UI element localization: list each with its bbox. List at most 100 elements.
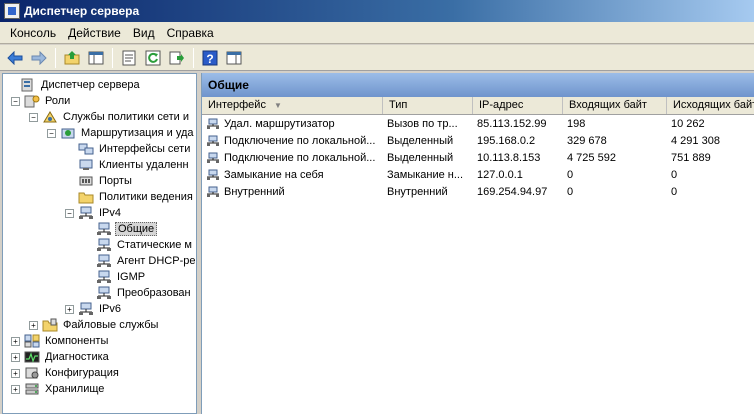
collapse-icon[interactable]: − (29, 112, 38, 122)
console-tree[interactable]: Диспетчер сервера − Роли − Службы политики с… (2, 73, 197, 414)
tree-item[interactable]: − Маршрутизация и уда (47, 125, 196, 141)
table-cell: 329 678 (567, 134, 607, 147)
interface-name: Внутренний (224, 185, 285, 198)
tree-item[interactable]: + Диагностика (11, 349, 111, 365)
tree-item[interactable]: + Конфигурация (11, 365, 121, 381)
table-cell: 195.168.0.2 (477, 134, 536, 147)
tree-item[interactable]: IGMP (83, 269, 147, 285)
tree-item-label: Политики ведения (99, 191, 193, 203)
tree-item[interactable]: − Роли (11, 93, 72, 109)
help-button[interactable]: ? (199, 47, 221, 69)
tree-item-label: Файловые службы (63, 319, 159, 331)
interface-name: Удал. маршрутизатор (224, 117, 335, 130)
tree-item[interactable]: + Хранилище (11, 381, 106, 397)
expand-icon[interactable]: + (29, 320, 38, 330)
table-row[interactable]: Замыкание на себя Замыкание н... 127.0.0.1… (202, 166, 754, 183)
table-header: Интерфейс ▼ Тип IP-адрес Входящих байт Ис… (202, 97, 754, 115)
column-header-type[interactable]: Тип (383, 97, 473, 114)
table-cell: Внутренний (387, 185, 448, 198)
table-cell: Замыкание на себя (202, 169, 383, 181)
network-icon (96, 222, 112, 236)
network-icon (96, 286, 112, 300)
tree-item-label: Маршрутизация и уда (81, 127, 194, 139)
internal-interface-icon (206, 186, 220, 198)
tree-item[interactable]: Агент DHCP-ре (83, 253, 196, 269)
refresh-button[interactable] (142, 47, 164, 69)
table-row[interactable]: Внутренний Внутренний 169.254.94.97 0 0 (202, 183, 754, 200)
tree-item[interactable]: + Компоненты (11, 333, 110, 349)
tree-item[interactable]: − Службы политики сети и (29, 109, 191, 125)
tree-item-label: IGMP (117, 271, 146, 283)
file-services-icon (42, 318, 58, 332)
expand-icon[interactable]: + (65, 304, 74, 314)
table-cell: 751 889 (671, 151, 711, 164)
menu-help[interactable]: Справка (161, 24, 220, 42)
details-pane: Общие Интерфейс ▼ Тип IP-адрес Входящих б… (201, 73, 754, 414)
tree-item[interactable]: + Файловые службы (29, 317, 160, 333)
table-cell: 10 262 (671, 117, 705, 130)
properties-icon (122, 50, 136, 65)
menu-view[interactable]: Вид (127, 24, 161, 42)
forward-button[interactable] (28, 47, 50, 69)
column-header-bytes-out[interactable]: Исходящих байт (667, 97, 754, 114)
tree-item[interactable]: Преобразован (83, 285, 193, 301)
toolbar-separator (193, 47, 194, 68)
collapse-icon[interactable]: − (65, 208, 74, 218)
diagnostics-icon (24, 350, 40, 364)
expand-icon[interactable]: + (11, 368, 20, 378)
network-icon (96, 238, 112, 252)
ports-icon (78, 174, 94, 188)
expand-icon[interactable]: + (11, 384, 20, 394)
tree-item[interactable]: Клиенты удаленн (65, 157, 191, 173)
properties-button[interactable] (118, 47, 140, 69)
network-interface-icon (206, 152, 220, 164)
toolbar-separator (112, 47, 113, 68)
show-action-pane-icon (226, 51, 242, 64)
menu-action[interactable]: Действие (62, 24, 127, 42)
column-header-interface[interactable]: Интерфейс ▼ (202, 97, 383, 114)
back-button[interactable] (4, 47, 26, 69)
table-cell: Выделенный (387, 151, 454, 164)
tree-item-label: Диагностика (45, 351, 109, 363)
column-header-bytes-in[interactable]: Входящих байт (563, 97, 667, 114)
tree-item-label: IPv4 (99, 207, 122, 219)
remote-clients-icon (78, 158, 94, 172)
title-bar: Диспетчер сервера (0, 0, 754, 22)
collapse-icon[interactable]: − (11, 96, 20, 106)
window-title: Диспетчер сервера (24, 4, 140, 18)
tree-item[interactable]: + IPv6 (65, 301, 123, 317)
table-row[interactable]: Подключение по локальной... Выделенный 195… (202, 132, 754, 149)
network-policy-icon (42, 110, 58, 124)
back-icon (7, 50, 23, 65)
folder-icon (78, 190, 94, 204)
remote-router-icon (206, 118, 220, 130)
table-row[interactable]: Удал. маршрутизатор Вызов по тр... 85.113.… (202, 115, 754, 132)
tree-item-label: Преобразован (117, 287, 191, 299)
expand-icon[interactable]: + (11, 352, 20, 362)
tree-item[interactable]: Порты (65, 173, 134, 189)
components-icon (24, 334, 40, 348)
expand-icon[interactable]: + (11, 336, 20, 346)
export-list-button[interactable] (166, 47, 188, 69)
tree-item[interactable]: Диспетчер сервера (7, 77, 142, 93)
tree-item[interactable]: Общие (83, 221, 158, 237)
menu-console[interactable]: Консоль (4, 24, 62, 42)
tree-item[interactable]: Политики ведения (65, 189, 195, 205)
table-row[interactable]: Подключение по локальной... Выделенный 10.… (202, 149, 754, 166)
up-folder-button[interactable] (61, 47, 83, 69)
tree-item-label: Порты (99, 175, 132, 187)
tree-item[interactable]: Интерфейсы сети (65, 141, 192, 157)
interfaces-table: Интерфейс ▼ Тип IP-адрес Входящих байт Ис… (202, 97, 754, 200)
table-body: Удал. маршрутизатор Вызов по тр... 85.113.… (202, 115, 754, 200)
collapse-icon[interactable]: − (47, 128, 56, 138)
table-cell: 198 (567, 117, 586, 130)
show-action-pane-button[interactable] (223, 47, 245, 69)
show-hide-tree-icon (88, 51, 104, 64)
column-header-ip[interactable]: IP-адрес (473, 97, 563, 114)
tree-item[interactable]: − IPv4 (65, 205, 123, 221)
forward-icon (31, 50, 47, 65)
network-interface-icon (78, 142, 94, 156)
tree-item[interactable]: Статические м (83, 237, 194, 253)
show-hide-tree-button[interactable] (85, 47, 107, 69)
up-folder-icon (64, 50, 80, 64)
